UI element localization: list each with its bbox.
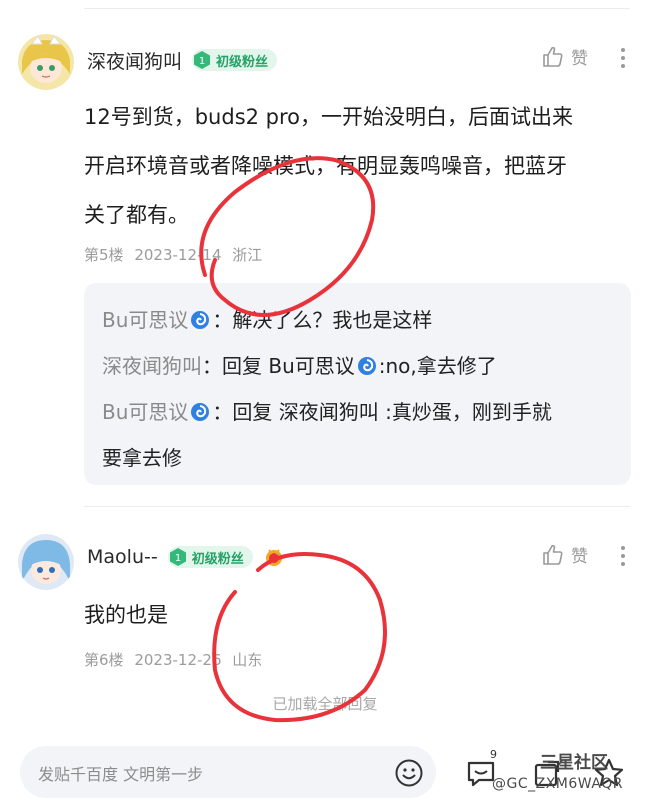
medal-icon — [265, 549, 282, 566]
post-divider — [84, 506, 630, 507]
smile-icon[interactable] — [394, 758, 424, 788]
swirl-emoji-icon — [191, 311, 210, 329]
username[interactable]: 深夜闻狗叫 — [87, 47, 182, 74]
reply-author[interactable]: Bu可思议 — [102, 400, 188, 424]
reply-text: 要拿去修 — [102, 446, 182, 470]
swirl-emoji-icon — [191, 403, 210, 421]
content-line: 关了都有。 — [84, 203, 189, 227]
floor-number: 第6楼 — [84, 651, 124, 669]
comment-content: 12号到货，buds2 pro，一开始没明白，后面试出来 开启环境音或者降噪模式… — [84, 93, 624, 240]
fan-level-badge: 1 初级粉丝 — [167, 546, 253, 568]
username[interactable]: Maolu-- — [87, 546, 158, 568]
comment-meta: 第5楼 2023-12-14 浙江 — [84, 244, 268, 265]
comment-content: 我的也是 — [84, 592, 624, 638]
reply-text: :no,拿去修了 — [378, 354, 497, 378]
comment-meta: 第6楼 2023-12-26 山东 — [84, 649, 268, 670]
more-vertical-icon — [621, 546, 625, 566]
post-region: 浙江 — [232, 246, 263, 264]
thumb-up-icon — [543, 544, 563, 565]
watermark-logo-text: 三星社区 — [540, 753, 608, 773]
svg-text:1: 1 — [175, 553, 181, 564]
like-label: 赞 — [571, 49, 588, 69]
swirl-emoji-icon — [357, 357, 376, 375]
watermark-handle: @GC_ZXM6WAQR — [492, 776, 623, 792]
badge-label: 初级粉丝 — [216, 54, 269, 70]
post-date: 2023-12-14 — [134, 246, 222, 264]
more-options-button[interactable] — [618, 542, 628, 570]
svg-text:1: 1 — [199, 56, 205, 67]
more-vertical-icon — [621, 48, 625, 68]
comment-input-placeholder: 发贴千百度 文明第一步 — [38, 765, 204, 784]
post-date: 2023-12-26 — [134, 651, 222, 669]
reply-item[interactable]: Bu可思议 ：回复 深夜闻狗叫 :真炒蛋，刚到手就 要拿去修 — [102, 389, 613, 481]
level-icon: 1 — [168, 546, 188, 568]
reply-text: ：回复 深夜闻狗叫 :真炒蛋，刚到手就 — [212, 400, 552, 424]
fan-level-badge: 1 初级粉丝 — [192, 49, 278, 71]
badge-label: 初级粉丝 — [191, 551, 244, 567]
comment-input[interactable]: 发贴千百度 文明第一步 — [20, 746, 436, 798]
all-replies-loaded-label: 已加载全部回复 — [272, 695, 378, 713]
like-label: 赞 — [571, 547, 588, 567]
reply-author[interactable]: 深夜闻狗叫 — [102, 354, 202, 378]
avatar[interactable] — [18, 34, 74, 90]
content-line: 我的也是 — [84, 603, 168, 627]
reply-author[interactable]: Bu可思议 — [102, 308, 188, 332]
reply-item[interactable]: 深夜闻狗叫：回复 Bu可思议 :no,拿去修了 — [102, 343, 613, 389]
like-button[interactable]: 赞 — [541, 542, 588, 567]
content-line: 12号到货，buds2 pro，一开始没明白，后面试出来 — [84, 105, 574, 129]
like-button[interactable]: 赞 — [541, 44, 588, 69]
avatar[interactable] — [18, 534, 74, 590]
reply-text: ：解决了么？我也是这样 — [212, 308, 433, 332]
comment-count: 9 — [490, 748, 497, 761]
level-icon: 1 — [192, 49, 212, 71]
reply-text: ：回复 Bu可思议 — [202, 354, 355, 378]
reply-box[interactable]: Bu可思议 ：解决了么？我也是这样 深夜闻狗叫：回复 Bu可思议:no,拿去修了 … — [84, 283, 631, 485]
reply-item[interactable]: Bu可思议 ：解决了么？我也是这样 — [102, 297, 613, 343]
content-line: 开启环境音或者降噪模式，有明显轰鸣噪音，把蓝牙 — [84, 154, 567, 178]
top-divider — [84, 8, 630, 9]
more-options-button[interactable] — [618, 44, 628, 72]
thumb-up-icon — [543, 46, 563, 67]
post-region: 山东 — [232, 651, 263, 669]
floor-number: 第5楼 — [84, 246, 124, 264]
